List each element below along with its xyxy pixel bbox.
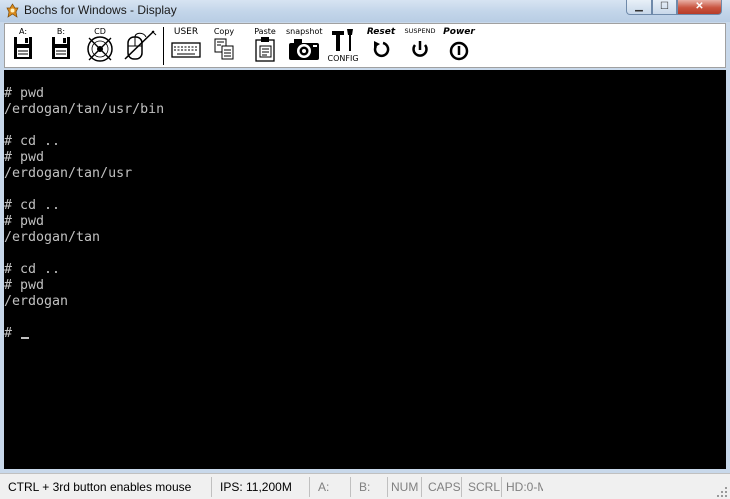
toolbar-separator [163, 27, 164, 65]
floppy-disk-icon [52, 37, 70, 59]
maximize-button[interactable]: ☐ [652, 0, 677, 15]
terminal-line: # [4, 326, 164, 342]
status-num-lock: NUM [388, 477, 422, 497]
terminal-line: # cd .. [4, 134, 61, 149]
cdrom-disc-icon [87, 36, 113, 62]
suspend-label: SUSPEND [404, 27, 436, 35]
window-title: Bochs for Windows - Display [24, 3, 177, 17]
toolbar: A: B: CD USER Copy Paste snapshot CONFIG… [4, 23, 726, 68]
status-ips: IPS: 11,200M [212, 477, 310, 497]
power-button[interactable]: Power [442, 27, 476, 65]
copy-button[interactable]: Copy [210, 27, 238, 65]
terminal-output: # pwd/erdogan/tan/usr/bin # cd .. # pwd/er… [4, 86, 164, 342]
suspend-button[interactable]: SUSPEND [403, 27, 437, 65]
terminal-line: /erdogan/tan/usr/bin [4, 102, 165, 117]
terminal-line: # pwd [4, 278, 45, 293]
floppy-disk-icon [14, 37, 32, 59]
reset-button[interactable]: Reset [365, 27, 397, 65]
config-button[interactable]: CONFIG [327, 27, 359, 65]
emulator-display[interactable]: # pwd/erdogan/tan/usr/bin # cd .. # pwd/er… [4, 70, 726, 469]
resize-grip-icon[interactable] [716, 486, 728, 498]
copy-icon [214, 38, 234, 60]
floppy-b-button[interactable]: B: [48, 27, 74, 65]
reset-icon [373, 41, 390, 58]
camera-icon [289, 39, 319, 60]
terminal-line: # pwd [4, 150, 45, 165]
text-cursor [21, 337, 30, 339]
minimize-button[interactable]: ▁ [626, 0, 652, 15]
config-tools-icon [332, 29, 353, 51]
terminal-line: # cd .. [4, 262, 61, 277]
terminal-line: # pwd [4, 214, 45, 229]
terminal-line: # pwd [4, 86, 45, 101]
paste-clipboard-icon [255, 37, 275, 62]
config-label: CONFIG [327, 54, 359, 63]
mouse-capture-button[interactable] [122, 27, 158, 65]
terminal-line: /erdogan/tan [4, 230, 101, 245]
title-bar[interactable]: Bochs for Windows - Display ▁ ☐ ✕ [0, 0, 730, 22]
terminal-line: /erdogan/tan/usr [4, 166, 133, 181]
paste-button[interactable]: Paste [251, 27, 279, 65]
status-bar: CTRL + 3rd button enables mouse IPS: 11,… [0, 473, 730, 499]
bochs-window: Bochs for Windows - Display ▁ ☐ ✕ A: B: [0, 0, 730, 499]
status-floppy-b: B: [351, 477, 388, 497]
power-icon [449, 41, 469, 61]
cdrom-button[interactable]: CD [85, 27, 115, 65]
floppy-a-button[interactable]: A: [10, 27, 36, 65]
terminal-line: # cd .. [4, 198, 61, 213]
user-button[interactable]: USER [169, 27, 203, 65]
bochs-app-icon [6, 3, 19, 18]
status-floppy-a: A: [310, 477, 351, 497]
status-caps-lock: CAPS [422, 477, 462, 497]
status-scroll-lock: SCRL [462, 477, 502, 497]
terminal-line: /erdogan [4, 294, 69, 309]
snapshot-button[interactable]: snapshot [286, 27, 323, 65]
suspend-power-icon [412, 41, 428, 57]
mouse-disabled-icon [124, 30, 157, 60]
status-hard-disk: HD:0-M [506, 480, 543, 494]
status-message: CTRL + 3rd button enables mouse [0, 477, 212, 497]
keyboard-icon [171, 42, 201, 58]
close-button[interactable]: ✕ [677, 0, 722, 15]
